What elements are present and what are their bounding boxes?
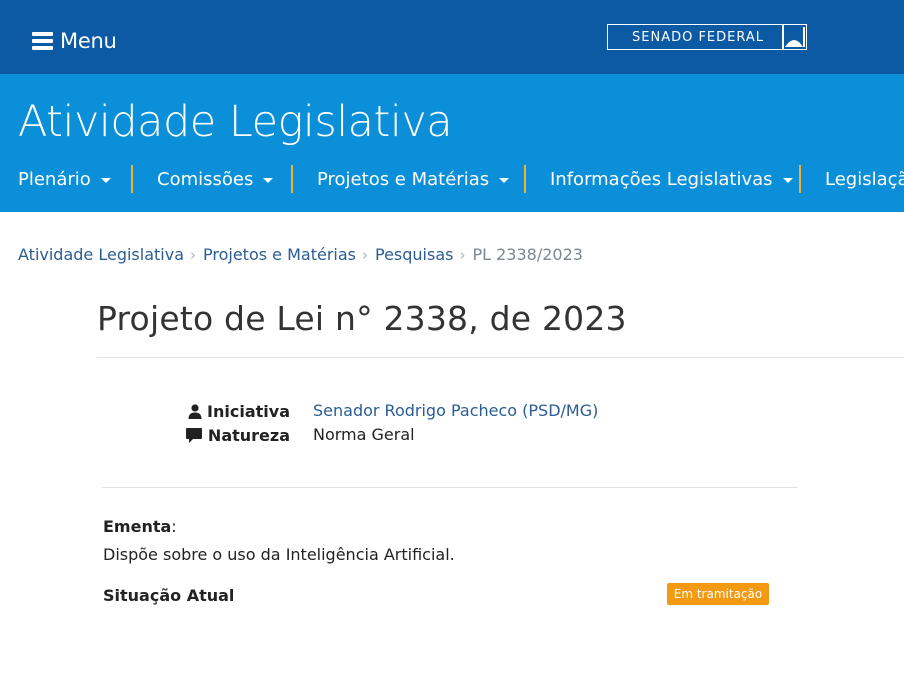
- nav-projetos-materias[interactable]: Projetos e Matérias: [317, 164, 510, 194]
- breadcrumb-separator-icon: ›: [459, 245, 466, 264]
- natureza-label: Natureza: [207, 425, 290, 445]
- caret-down-icon: [499, 177, 510, 183]
- breadcrumb: Atividade Legislativa › Projetos e Matér…: [18, 245, 583, 264]
- hamburger-icon: [32, 32, 53, 50]
- nav-legislacao[interactable]: Legislação: [825, 164, 904, 194]
- natureza-row: Natureza: [150, 425, 290, 445]
- main-nav: Plenário Comissões Projetos e Matérias I…: [0, 164, 904, 194]
- iniciativa-label: Iniciativa: [207, 401, 290, 421]
- site-header: Atividade Legislativa Plenário Comissões…: [0, 74, 904, 212]
- site-title[interactable]: Atividade Legislativa: [18, 96, 453, 148]
- top-bar: Menu SENADO FEDERAL: [0, 0, 904, 74]
- comment-icon: [185, 427, 202, 443]
- nav-separator: [131, 165, 133, 193]
- caret-down-icon: [782, 177, 793, 183]
- breadcrumb-projetos-materias[interactable]: Projetos e Matérias: [203, 245, 356, 264]
- ementa-label: Ementa:: [103, 517, 177, 536]
- senado-logo-icon: [782, 25, 805, 49]
- senado-federal-link[interactable]: SENADO FEDERAL: [607, 24, 807, 50]
- nav-projetos-materias-label: Projetos e Matérias: [317, 168, 490, 190]
- nav-plenario[interactable]: Plenário: [18, 164, 111, 194]
- breadcrumb-separator-icon: ›: [190, 245, 196, 264]
- status-badge: Em tramitação: [667, 583, 769, 605]
- breadcrumb-pesquisas[interactable]: Pesquisas: [375, 245, 453, 264]
- nav-informacoes-legislativas[interactable]: Informações Legislativas: [550, 164, 793, 194]
- iniciativa-value-link[interactable]: Senador Rodrigo Pacheco (PSD/MG): [313, 401, 598, 421]
- natureza-value: Norma Geral: [313, 425, 415, 444]
- breadcrumb-current: PL 2338/2023: [472, 245, 583, 264]
- situacao-label: Situação Atual: [103, 586, 235, 605]
- nav-comissoes[interactable]: Comissões: [157, 164, 274, 194]
- menu-label: Menu: [60, 29, 117, 53]
- breadcrumb-atividade-legislativa[interactable]: Atividade Legislativa: [18, 245, 184, 264]
- menu-button[interactable]: Menu: [32, 28, 117, 54]
- breadcrumb-separator-icon: ›: [361, 245, 368, 264]
- caret-down-icon: [263, 177, 274, 183]
- nav-comissoes-label: Comissões: [157, 168, 254, 190]
- divider: [102, 487, 798, 488]
- caret-down-icon: [100, 177, 111, 183]
- iniciativa-row: Iniciativa: [150, 401, 290, 421]
- page-title: Projeto de Lei n° 2338, de 2023: [97, 299, 627, 338]
- iniciativa-label-group: Iniciativa: [188, 402, 290, 421]
- nav-separator: [291, 165, 293, 193]
- nav-separator: [524, 165, 526, 193]
- nav-legislacao-label: Legislação: [825, 168, 904, 190]
- nav-separator: [799, 165, 801, 193]
- senado-federal-label: SENADO FEDERAL: [632, 30, 765, 45]
- ementa-text: Dispõe sobre o uso da Inteligência Artif…: [103, 545, 455, 564]
- nav-plenario-label: Plenário: [18, 168, 91, 190]
- natureza-label-group: Natureza: [185, 426, 290, 445]
- nav-informacoes-legislativas-label: Informações Legislativas: [550, 168, 773, 190]
- user-icon: [188, 403, 202, 419]
- divider: [97, 357, 904, 358]
